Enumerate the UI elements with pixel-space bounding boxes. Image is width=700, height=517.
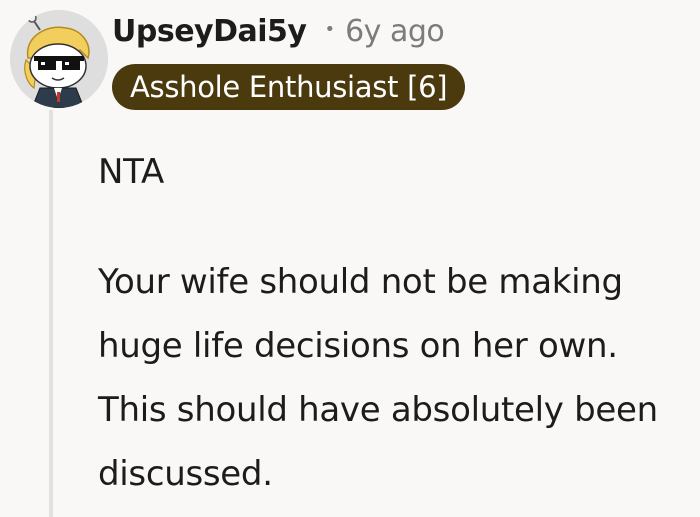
comment-paragraph: NTA bbox=[98, 152, 164, 192]
comment-paragraph: Your wife should not be making huge life… bbox=[98, 262, 658, 494]
timestamp[interactable]: 6y ago bbox=[345, 14, 445, 49]
snoo-avatar-icon bbox=[10, 10, 108, 108]
user-flair-badge: Asshole Enthusiast [6] bbox=[112, 64, 466, 110]
avatar[interactable] bbox=[10, 10, 108, 108]
username-link[interactable]: UpseyDai5y bbox=[112, 14, 307, 49]
comment-header: UpseyDai5y • 6y ago bbox=[112, 6, 445, 56]
comment-body: NTA Your wife should not be making huge … bbox=[98, 140, 688, 506]
meta-separator: • bbox=[324, 18, 336, 40]
comment: UpseyDai5y • 6y ago Asshole Enthusiast [… bbox=[0, 0, 700, 517]
thread-line[interactable] bbox=[49, 110, 53, 517]
